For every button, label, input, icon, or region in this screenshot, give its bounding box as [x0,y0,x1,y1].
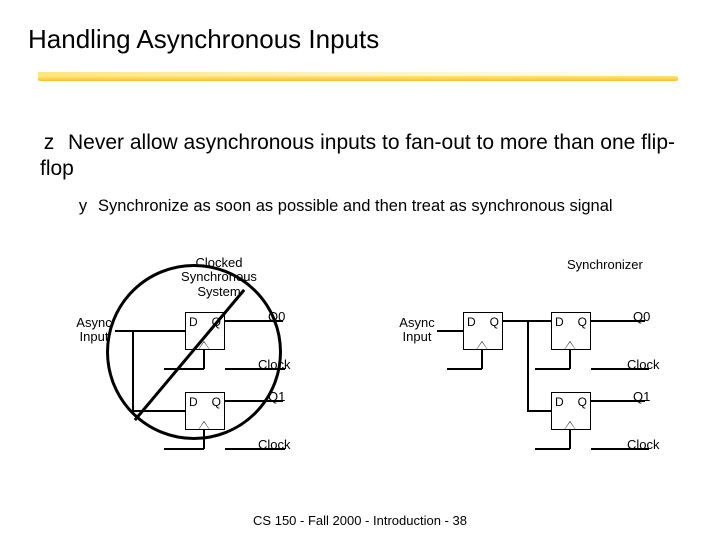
flip-flop-0-right: D Q [551,312,591,350]
label-clocked-system: Clocked Synchronous System [174,256,264,299]
diagram-forbidden: Clocked Synchronous System Async Input D… [60,258,360,478]
slide-title: Handling Asynchronous Inputs [28,24,379,55]
label-q1-left: Q1 [268,390,285,404]
label-synchronizer: Synchronizer [567,258,643,272]
bullet-marker-z-icon: z [40,130,58,156]
flip-flop-1-left: D Q [185,392,225,430]
bullet-level-1: zNever allow asynchronous inputs to fan-… [40,130,680,183]
label-q1-right: Q1 [633,390,650,404]
label-clock-1-left: Clock [258,438,291,452]
ff-d-label: D [555,315,564,329]
ff-d-label: D [189,315,198,329]
diagram-correct: Synchronizer Async Input D Q D Q Q0 Cloc… [395,258,685,478]
label-clock-1-right: Clock [627,438,660,452]
ff-d-label: D [555,395,564,409]
label-async-input-left: Async Input [72,316,116,345]
bullet-2-text: Synchronize as soon as possible and then… [98,197,613,215]
bullet-1-text: Never allow asynchronous inputs to fan-o… [40,131,675,180]
ff-d-label: D [189,395,198,409]
label-q0-left: Q0 [268,310,285,324]
flip-flop-1-right: D Q [551,392,591,430]
ff-q-label: Q [578,395,587,409]
bullet-level-2: y Synchronize as soon as possible and the… [76,196,676,217]
label-q0-right: Q0 [633,310,650,324]
label-clock-0-right: Clock [627,358,660,372]
ff-q-label: Q [212,395,221,409]
bullet-marker-y-icon: y [76,196,90,217]
label-async-input-right: Async Input [395,316,439,345]
title-underline [38,72,678,86]
label-clock-0-left: Clock [258,358,291,372]
ff-q-label: Q [578,315,587,329]
slide-footer: CS 150 - Fall 2000 - Introduction - 38 [0,513,720,528]
